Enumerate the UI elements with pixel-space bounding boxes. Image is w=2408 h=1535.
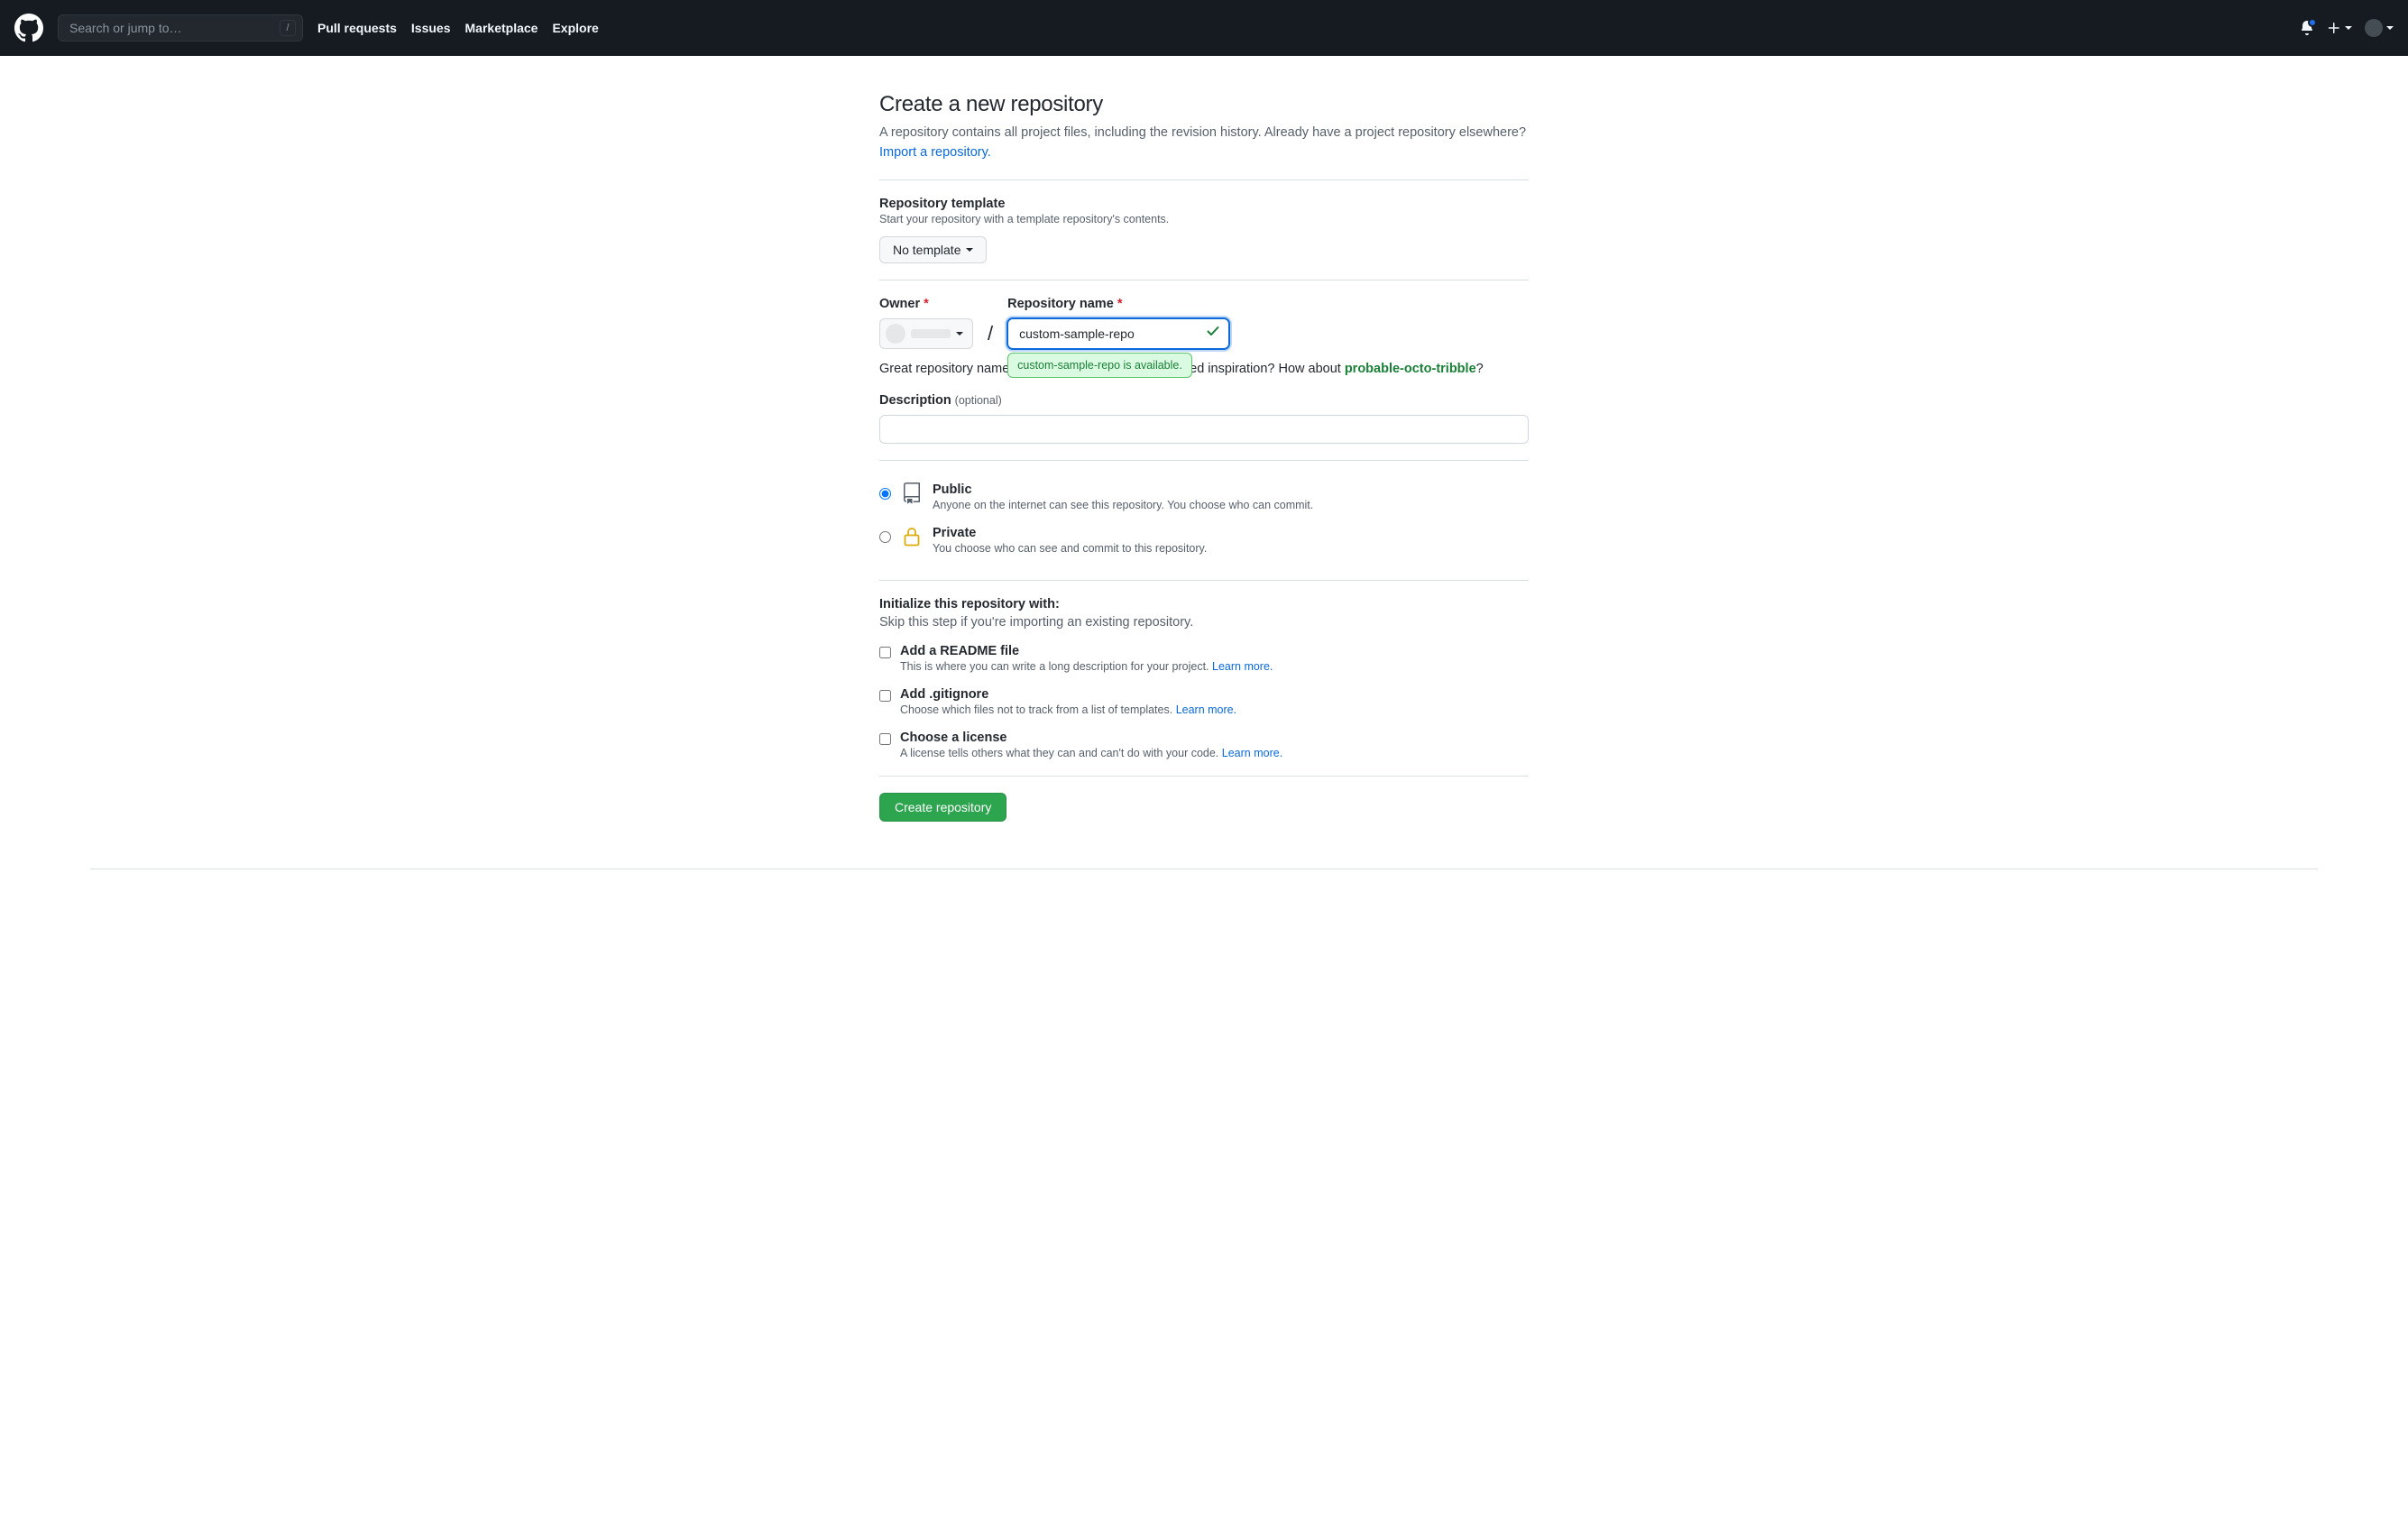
import-repository-link[interactable]: Import a repository. bbox=[879, 145, 991, 160]
caret-down-icon bbox=[966, 248, 973, 252]
nav-pull-requests[interactable]: Pull requests bbox=[317, 21, 397, 35]
required-asterisk: * bbox=[1117, 297, 1123, 311]
visibility-private-radio[interactable] bbox=[879, 531, 891, 543]
template-sub: Start your repository with a template re… bbox=[879, 213, 1529, 225]
gitignore-learn-more-link[interactable]: Learn more. bbox=[1176, 703, 1236, 716]
license-title: Choose a license bbox=[900, 731, 1282, 745]
visibility-private-title: Private bbox=[933, 526, 1207, 540]
notification-dot bbox=[2308, 18, 2317, 27]
owner-column: Owner * bbox=[879, 297, 973, 349]
availability-tooltip: custom-sample-repo is available. bbox=[1007, 353, 1192, 378]
caret-down-icon bbox=[956, 332, 963, 335]
name-hint: Great repository names are short and mem… bbox=[879, 362, 1529, 376]
initialize-sub: Skip this step if you're importing an ex… bbox=[879, 615, 1529, 630]
visibility-private-sub: You choose who can see and commit to thi… bbox=[933, 542, 1207, 555]
create-new-menu[interactable] bbox=[2327, 21, 2352, 35]
gitignore-option: Add .gitignore Choose which files not to… bbox=[879, 687, 1529, 716]
divider bbox=[879, 460, 1529, 461]
main-container: Create a new repository A repository con… bbox=[879, 92, 1529, 822]
divider bbox=[879, 580, 1529, 581]
template-select-label: No template bbox=[893, 243, 960, 257]
repo-name-input[interactable] bbox=[1007, 318, 1229, 349]
create-repository-button[interactable]: Create repository bbox=[879, 793, 1006, 822]
search-wrap: / bbox=[58, 14, 303, 41]
readme-sub-text: This is where you can write a long descr… bbox=[900, 660, 1212, 673]
readme-checkbox[interactable] bbox=[879, 647, 891, 658]
slash-hint: / bbox=[280, 20, 296, 36]
readme-title: Add a README file bbox=[900, 644, 1273, 658]
template-section: Repository template Start your repositor… bbox=[879, 197, 1529, 263]
nav-explore[interactable]: Explore bbox=[552, 21, 598, 35]
name-suggestion-link[interactable]: probable-octo-tribble bbox=[1345, 362, 1476, 376]
notifications-button[interactable] bbox=[2300, 21, 2314, 35]
search-input[interactable] bbox=[58, 14, 303, 41]
divider bbox=[879, 776, 1529, 777]
caret-down-icon bbox=[2386, 26, 2394, 30]
repo-name-column: Repository name * custom-sample-repo is … bbox=[1007, 297, 1229, 349]
repo-name-label: Repository name * bbox=[1007, 297, 1229, 311]
license-checkbox[interactable] bbox=[879, 733, 891, 745]
header-right bbox=[2300, 19, 2394, 37]
gitignore-sub-text: Choose which files not to track from a l… bbox=[900, 703, 1176, 716]
lock-icon bbox=[900, 526, 924, 547]
repo-name-label-text: Repository name bbox=[1007, 297, 1114, 311]
visibility-private-text: Private You choose who can see and commi… bbox=[933, 526, 1207, 555]
owner-label-text: Owner bbox=[879, 297, 920, 311]
description-label: Description bbox=[879, 393, 951, 408]
description-optional: (optional) bbox=[955, 394, 1002, 407]
template-title: Repository template bbox=[879, 197, 1529, 211]
check-icon bbox=[1206, 324, 1220, 341]
name-hint-suffix: ? bbox=[1476, 362, 1484, 376]
owner-repo-separator: / bbox=[988, 322, 993, 349]
page-description: A repository contains all project files,… bbox=[879, 123, 1529, 163]
owner-select[interactable] bbox=[879, 318, 973, 349]
divider bbox=[879, 179, 1529, 180]
nav-issues[interactable]: Issues bbox=[411, 21, 451, 35]
visibility-public-radio[interactable] bbox=[879, 488, 891, 500]
avatar bbox=[2365, 19, 2383, 37]
owner-name-placeholder bbox=[911, 329, 951, 338]
license-learn-more-link[interactable]: Learn more. bbox=[1222, 747, 1282, 759]
template-select[interactable]: No template bbox=[879, 236, 987, 263]
license-sub-text: A license tells others what they can and… bbox=[900, 747, 1222, 759]
gitignore-sub: Choose which files not to track from a l… bbox=[900, 703, 1236, 716]
visibility-public-title: Public bbox=[933, 483, 1313, 497]
readme-option: Add a README file This is where you can … bbox=[879, 644, 1529, 673]
owner-avatar bbox=[886, 324, 905, 344]
primary-nav: Pull requests Issues Marketplace Explore bbox=[317, 21, 599, 35]
visibility-public-sub: Anyone on the internet can see this repo… bbox=[933, 499, 1313, 511]
caret-down-icon bbox=[2345, 26, 2352, 30]
github-logo[interactable] bbox=[14, 14, 43, 42]
plus-icon bbox=[2327, 21, 2341, 35]
nav-marketplace[interactable]: Marketplace bbox=[465, 21, 538, 35]
license-option: Choose a license A license tells others … bbox=[879, 731, 1529, 759]
description-section: Description (optional) bbox=[879, 392, 1529, 444]
visibility-public-option[interactable]: Public Anyone on the internet can see th… bbox=[879, 477, 1529, 520]
readme-sub: This is where you can write a long descr… bbox=[900, 660, 1273, 673]
owner-label: Owner * bbox=[879, 297, 973, 311]
visibility-private-option[interactable]: Private You choose who can see and commi… bbox=[879, 520, 1529, 564]
required-asterisk: * bbox=[924, 297, 929, 311]
page-desc-text: A repository contains all project files,… bbox=[879, 125, 1526, 140]
initialize-title: Initialize this repository with: bbox=[879, 597, 1529, 611]
readme-learn-more-link[interactable]: Learn more. bbox=[1212, 660, 1273, 673]
gitignore-title: Add .gitignore bbox=[900, 687, 1236, 702]
gitignore-checkbox[interactable] bbox=[879, 690, 891, 702]
visibility-public-text: Public Anyone on the internet can see th… bbox=[933, 483, 1313, 511]
description-input[interactable] bbox=[879, 415, 1529, 444]
user-menu[interactable] bbox=[2365, 19, 2394, 37]
page-title: Create a new repository bbox=[879, 92, 1529, 117]
global-header: / Pull requests Issues Marketplace Explo… bbox=[0, 0, 2408, 56]
owner-repo-row: Owner * / Repository name * custom-sampl… bbox=[879, 297, 1529, 349]
repo-icon bbox=[900, 483, 924, 504]
license-sub: A license tells others what they can and… bbox=[900, 747, 1282, 759]
